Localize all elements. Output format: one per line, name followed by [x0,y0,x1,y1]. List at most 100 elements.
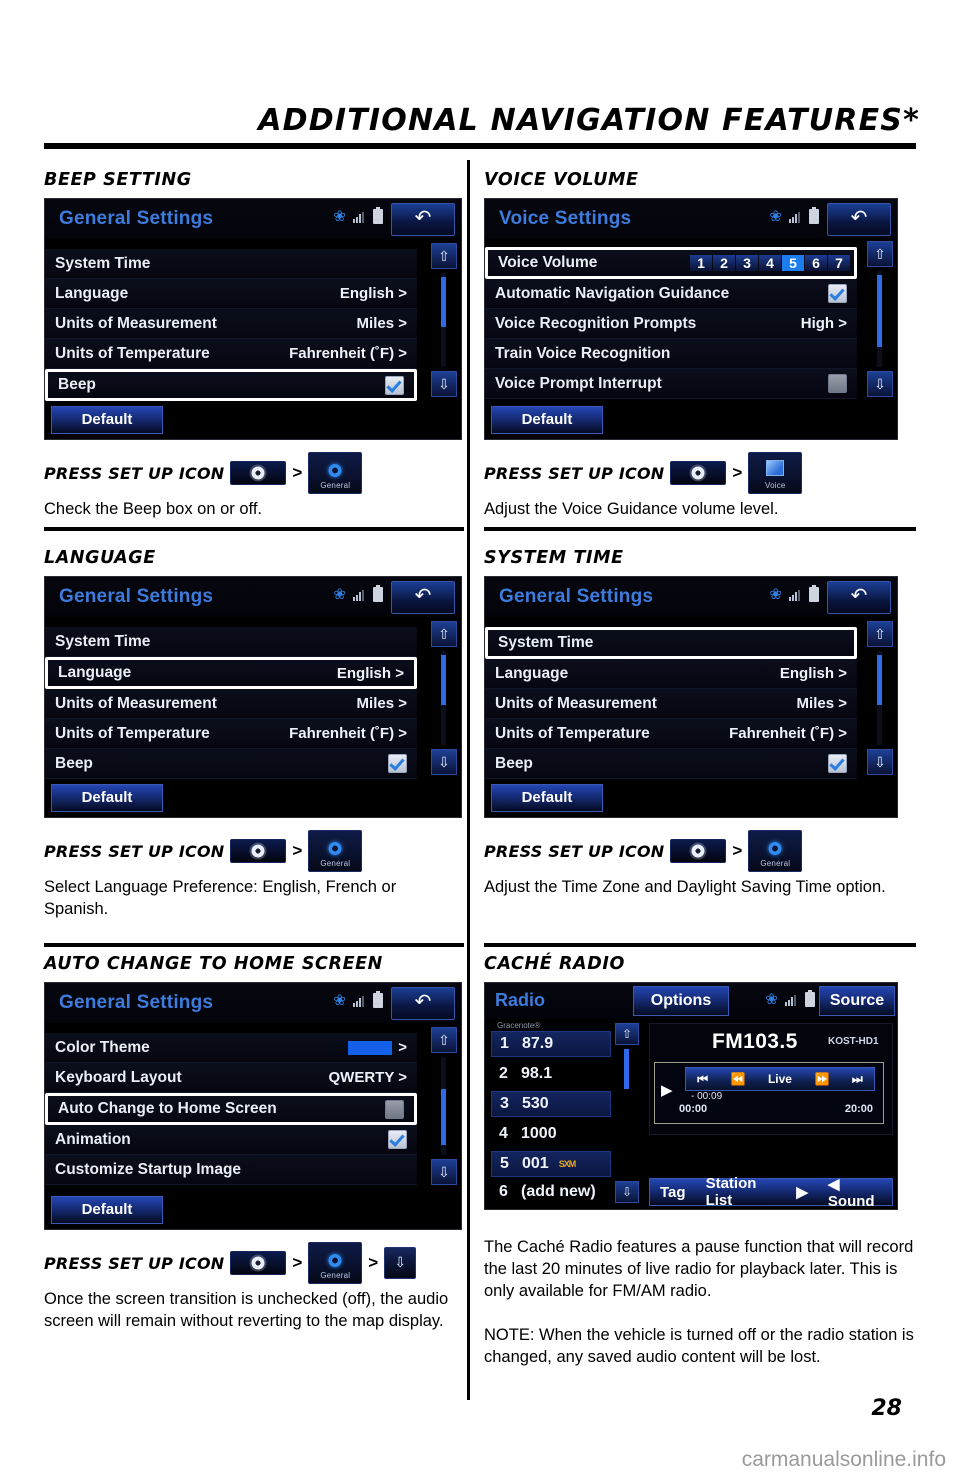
table-row[interactable]: Beep [45,749,417,779]
skip-back-icon[interactable]: ⏮ [697,1072,708,1087]
nav-screen-general-settings-language[interactable]: General Settings ❀ ↶ System Time Languag… [44,576,462,818]
scroll-thumb[interactable] [877,655,882,705]
table-row-highlighted-language[interactable]: Language English > [45,657,417,689]
table-row[interactable]: Language English > [485,659,857,689]
setup-icon-chip[interactable] [230,461,287,485]
radio-bottom-toolbar[interactable]: Tag Station List ▶ ◀ Sound [649,1175,893,1209]
table-row[interactable]: Voice Prompt Interrupt [485,369,857,399]
rewind-icon[interactable]: ⏪ [731,1072,746,1086]
scrollbar[interactable]: ⇧ ⇩ [431,1027,457,1189]
auto-change-home-checkbox[interactable] [385,1099,404,1119]
scrollbar[interactable]: ⇧ ⇩ [867,241,893,399]
scroll-thumb[interactable] [441,277,446,327]
radio-screen[interactable]: Radio Options ❀ Source Gracenote® 1 87.9… [484,982,898,1210]
scroll-down-button[interactable]: ⇩ [431,371,457,397]
scroll-thumb[interactable] [441,1089,446,1145]
table-row[interactable]: Units of Temperature Fahrenheit (˚F) > [45,339,417,369]
scroll-down-button[interactable]: ⇩ [867,371,893,397]
live-label[interactable]: Live [768,1072,792,1086]
setup-icon-chip[interactable] [670,461,727,485]
back-button[interactable]: ↶ [391,987,455,1020]
source-button[interactable]: Source [819,986,895,1016]
options-button[interactable]: Options [633,986,729,1016]
scroll-thumb[interactable] [441,655,446,705]
play-icon[interactable]: ▶ [661,1081,673,1099]
preset-scrollbar[interactable]: ⇧ [615,1023,639,1173]
table-row[interactable]: Voice Recognition Prompts High > [485,309,857,339]
table-row[interactable]: Customize Startup Image [45,1155,417,1185]
back-button[interactable]: ↶ [827,581,891,614]
table-row-highlighted-auto-change[interactable]: Auto Change to Home Screen [45,1093,417,1125]
table-row-highlighted-beep[interactable]: Beep [45,369,417,401]
table-row[interactable]: Automatic Navigation Guidance [485,279,857,309]
beep-checkbox[interactable] [388,754,407,773]
volume-option[interactable]: 2 [713,255,735,271]
general-tile[interactable]: General [748,830,803,872]
scroll-up-button[interactable]: ⇧ [431,621,457,647]
volume-option[interactable]: 3 [736,255,758,271]
scrollbar[interactable]: ⇧ ⇩ [431,243,457,399]
list-item[interactable]: 1 87.9 [491,1031,611,1057]
nav-screen-general-settings-auto-home[interactable]: General Settings ❀ ↶ Color Theme > Keybo… [44,982,462,1230]
animation-checkbox[interactable] [388,1130,407,1149]
next-button[interactable]: ▶ [786,1183,818,1201]
scrollbar[interactable]: ⇧ ⇩ [867,621,893,777]
tag-button[interactable]: Tag [650,1184,696,1201]
table-row[interactable]: Animation [45,1125,417,1155]
station-list-button[interactable]: Station List [696,1175,787,1209]
volume-option[interactable]: 6 [805,255,827,271]
table-row[interactable]: Color Theme > [45,1033,417,1063]
setup-icon-chip[interactable] [670,839,727,863]
scroll-thumb[interactable] [624,1049,629,1089]
table-row[interactable]: Keyboard Layout QWERTY > [45,1063,417,1093]
nav-screen-general-settings-system-time[interactable]: General Settings ❀ ↶ System Time Languag… [484,576,898,818]
back-button[interactable]: ↶ [391,203,455,236]
color-theme-swatch[interactable] [348,1040,393,1055]
voice-volume-stepper[interactable]: 1 2 3 4 5 6 7 [690,255,850,271]
default-button[interactable]: Default [51,784,163,812]
table-row-highlighted-voice-volume[interactable]: Voice Volume 1 2 3 4 5 6 7 [485,247,857,279]
list-item[interactable]: 4 1000 [491,1121,611,1147]
general-tile[interactable]: General [308,830,363,872]
scroll-down-button[interactable]: ⇩ [431,749,457,775]
scroll-up-button[interactable]: ⇧ [615,1023,639,1045]
table-row[interactable]: Units of Measurement Miles > [45,689,417,719]
default-button[interactable]: Default [51,406,163,434]
table-row[interactable]: Units of Measurement Miles > [485,689,857,719]
cache-playback-panel[interactable]: ▶ ⏮ ⏪ Live ⏩ ⏭ - 00:09 00:00 20:00 [654,1062,884,1124]
table-row-highlighted-system-time[interactable]: System Time [485,627,857,659]
table-row[interactable]: Units of Measurement Miles > [45,309,417,339]
table-row[interactable]: System Time [45,627,417,657]
table-row[interactable]: Language English > [45,279,417,309]
scroll-up-button[interactable]: ⇧ [867,241,893,267]
scroll-up-button[interactable]: ⇧ [431,1027,457,1053]
setup-icon-chip[interactable] [230,839,287,863]
voice-prompt-interrupt-checkbox[interactable] [828,374,847,393]
scroll-down-button[interactable]: ⇩ [867,749,893,775]
volume-option[interactable]: 7 [828,255,850,271]
setup-icon-chip[interactable] [230,1251,287,1275]
scroll-up-button[interactable]: ⇧ [867,621,893,647]
down-arrow-icon[interactable]: ⇩ [384,1247,417,1279]
volume-option[interactable]: 1 [690,255,712,271]
table-row[interactable]: Train Voice Recognition [485,339,857,369]
volume-option-selected[interactable]: 5 [782,255,804,271]
default-button[interactable]: Default [51,1196,163,1224]
general-tile[interactable]: General [308,452,363,494]
fast-forward-icon[interactable]: ⏩ [814,1072,829,1086]
nav-screen-voice-settings[interactable]: Voice Settings ❀ ↶ Voice Volume 1 2 3 4 … [484,198,898,440]
back-button[interactable]: ↶ [827,203,891,236]
sound-button[interactable]: ◀ Sound [818,1175,892,1210]
scrollbar[interactable]: ⇧ ⇩ [431,621,457,777]
list-item[interactable]: 2 98.1 [491,1061,611,1087]
beep-checkbox[interactable] [828,754,847,773]
default-button[interactable]: Default [491,406,603,434]
table-row[interactable]: System Time [45,249,417,279]
transport-controls[interactable]: ⏮ ⏪ Live ⏩ ⏭ [685,1067,875,1091]
table-row[interactable]: Units of Temperature Fahrenheit (˚F) > [45,719,417,749]
scroll-up-button[interactable]: ⇧ [431,243,457,269]
scroll-down-button[interactable]: ⇩ [431,1159,457,1185]
nav-screen-general-settings-beep[interactable]: General Settings ❀ ↶ System Time Languag… [44,198,462,440]
default-button[interactable]: Default [491,784,603,812]
list-item[interactable]: 3 530 [491,1091,611,1117]
